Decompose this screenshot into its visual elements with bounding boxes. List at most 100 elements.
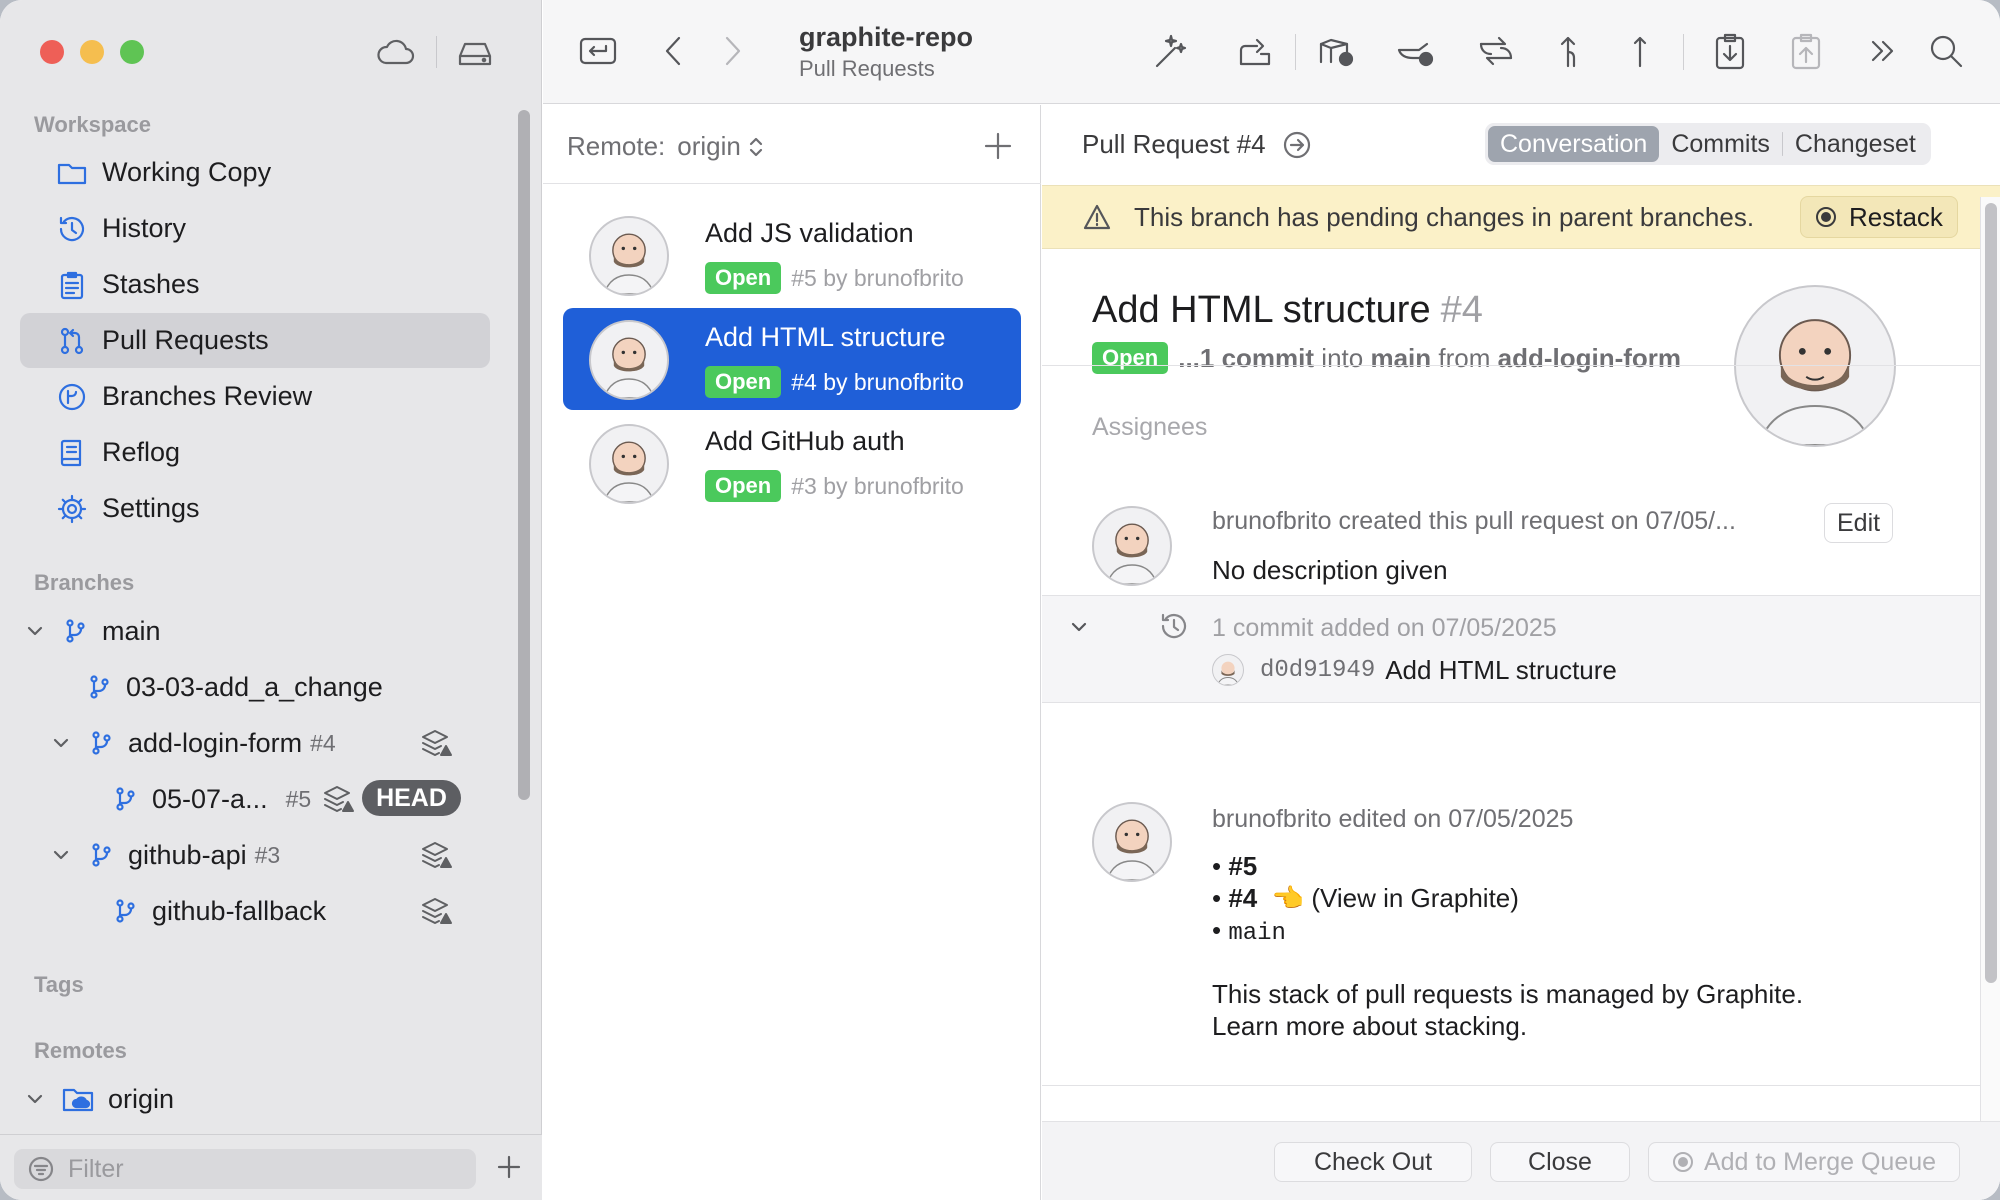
app-window: Workspace Working Copy History Stashes P… [0, 0, 2000, 1200]
learn-more-link[interactable]: Learn more about stacking. [1212, 1011, 1527, 1042]
open-in-browser-icon[interactable] [1282, 130, 1312, 160]
branch-item-05-07[interactable]: 05-07-a... #5 [112, 776, 311, 822]
toolbar: graphite-repo Pull Requests [543, 0, 2000, 104]
workspace-section-title: Workspace [34, 112, 151, 137]
search-icon[interactable] [1925, 30, 1967, 72]
avatar [589, 216, 669, 296]
forward-icon[interactable] [711, 30, 753, 72]
branch-item-github-api[interactable]: github-api #3 [50, 832, 280, 878]
stack-description: This stack of pull requests is managed b… [1212, 979, 1804, 1009]
pr-sub-from: from [1438, 342, 1491, 373]
zoom-window-button[interactable] [120, 40, 144, 64]
assignees-label[interactable]: Assignees [1092, 413, 1207, 442]
view-subtitle: Pull Requests [799, 56, 935, 81]
pr-title-text: Add HTML structure [1092, 289, 1431, 331]
chevron-down-icon[interactable] [50, 732, 72, 754]
stack-warning-icon [420, 839, 454, 873]
sidebar-item-working-copy[interactable]: Working Copy [20, 145, 490, 200]
cloud-icon[interactable] [374, 32, 416, 74]
divider [543, 183, 1041, 184]
book-icon [56, 437, 88, 469]
back-icon[interactable] [653, 30, 695, 72]
sidebar-item-history[interactable]: History [20, 201, 490, 256]
chevron-down-icon[interactable] [1068, 616, 1090, 638]
add-to-merge-queue-button[interactable]: Add to Merge Queue [1648, 1142, 1960, 1182]
commit-row[interactable]: d0d91949 Add HTML structure [1212, 654, 1617, 686]
fetch-icon[interactable] [1315, 30, 1357, 72]
branch-pr-number: #3 [254, 841, 281, 868]
tab-changeset[interactable]: Changeset [1783, 126, 1928, 162]
tab-conversation[interactable]: Conversation [1488, 126, 1660, 162]
stack-list-item: • main [1212, 915, 1286, 947]
disk-icon[interactable] [454, 32, 496, 74]
edit-button[interactable]: Edit [1824, 503, 1894, 543]
sidebar-item-branches-review[interactable]: Branches Review [20, 369, 490, 424]
branch-item-add-login-form[interactable]: add-login-form #4 [50, 720, 336, 766]
stack-pr-link[interactable]: #5 [1228, 851, 1257, 881]
add-icon[interactable] [496, 1154, 522, 1180]
chevron-down-icon[interactable] [50, 844, 72, 866]
sidebar-item-stashes[interactable]: Stashes [20, 257, 490, 312]
divider [1042, 365, 1980, 366]
view-in-graphite-link[interactable]: (View in Graphite) [1311, 883, 1519, 913]
pull-request-icon [56, 325, 88, 357]
remote-selector[interactable]: Remote: origin [567, 131, 765, 162]
branch-item-main[interactable]: main [24, 608, 161, 654]
chevron-down-icon[interactable] [24, 620, 46, 642]
close-window-button[interactable] [40, 40, 64, 64]
warning-icon [1082, 202, 1112, 232]
pr-list-item[interactable]: Add HTML structure Open #4 by brunofbrito [563, 308, 1021, 410]
restack-label: Restack [1849, 201, 1943, 232]
pr-commit-count: ...1 commit [1178, 342, 1315, 373]
branch-item-github-fallback[interactable]: github-fallback [112, 888, 326, 934]
stack-pr-link[interactable]: #4 [1228, 883, 1257, 913]
scrollbar-thumb[interactable] [1985, 203, 1997, 983]
switch-repo-icon[interactable] [577, 30, 619, 72]
push-sync-icon[interactable] [1475, 30, 1517, 72]
avatar [589, 320, 669, 400]
gear-icon [56, 493, 88, 525]
branch-icon [112, 898, 138, 924]
add-icon[interactable] [983, 131, 1013, 161]
sidebar-item-settings[interactable]: Settings [20, 481, 490, 536]
avatar [1212, 654, 1244, 686]
minimize-window-button[interactable] [80, 40, 104, 64]
pr-summary: Open ...1 commit into main from add-logi… [1092, 342, 1681, 374]
branch-name: add-login-form [128, 727, 303, 758]
close-pr-button[interactable]: Close [1490, 1142, 1630, 1182]
stack-warning-icon [322, 783, 356, 817]
branch-up-icon[interactable] [1547, 30, 1589, 72]
sidebar-item-pull-requests[interactable]: Pull Requests [20, 313, 490, 368]
check-out-button[interactable]: Check Out [1274, 1142, 1472, 1182]
push-up-icon[interactable] [1619, 30, 1661, 72]
warning-banner: This branch has pending changes in paren… [1042, 185, 2000, 249]
pop-stash-icon[interactable] [1785, 30, 1827, 72]
tab-commits[interactable]: Commits [1659, 126, 1782, 162]
pr-list-item[interactable]: Add JS validation Open #5 by brunofbrito [563, 204, 1021, 306]
avatar [1092, 506, 1172, 586]
detail-footer: Check Out Close Add to Merge Queue [1042, 1121, 2000, 1200]
sidebar-item-label: Branches Review [102, 381, 313, 411]
stash-icon[interactable] [1709, 30, 1751, 72]
remote-item-origin[interactable]: origin [24, 1076, 174, 1122]
share-icon[interactable] [1233, 30, 1275, 72]
branch-item-03-03-add-a-change[interactable]: 03-03-add_a_change [86, 664, 383, 710]
more-icon[interactable] [1861, 30, 1903, 72]
detail-scrollbar[interactable] [1980, 197, 2000, 1200]
pr-list-item[interactable]: Add GitHub auth Open #3 by brunofbrito [563, 412, 1021, 514]
sidebar-item-reflog[interactable]: Reflog [20, 425, 490, 480]
open-badge: Open [1092, 342, 1169, 374]
filter-input[interactable]: Filter [14, 1149, 476, 1189]
pr-title: Add HTML structure [705, 322, 946, 352]
pull-icon[interactable] [1395, 30, 1437, 72]
history-icon [1158, 610, 1190, 642]
sidebar-item-label: Stashes [102, 269, 200, 299]
sidebar-item-label: Settings [102, 493, 200, 523]
branch-name: 03-03-add_a_change [126, 671, 383, 702]
magic-wand-icon[interactable] [1149, 30, 1191, 72]
chevron-down-icon[interactable] [24, 1088, 46, 1110]
pr-base-branch: main [1370, 342, 1432, 373]
sidebar-scrollbar[interactable] [518, 110, 530, 800]
restack-button[interactable]: Restack [1800, 196, 1958, 238]
pointing-hand-icon: 👈 [1271, 883, 1305, 913]
